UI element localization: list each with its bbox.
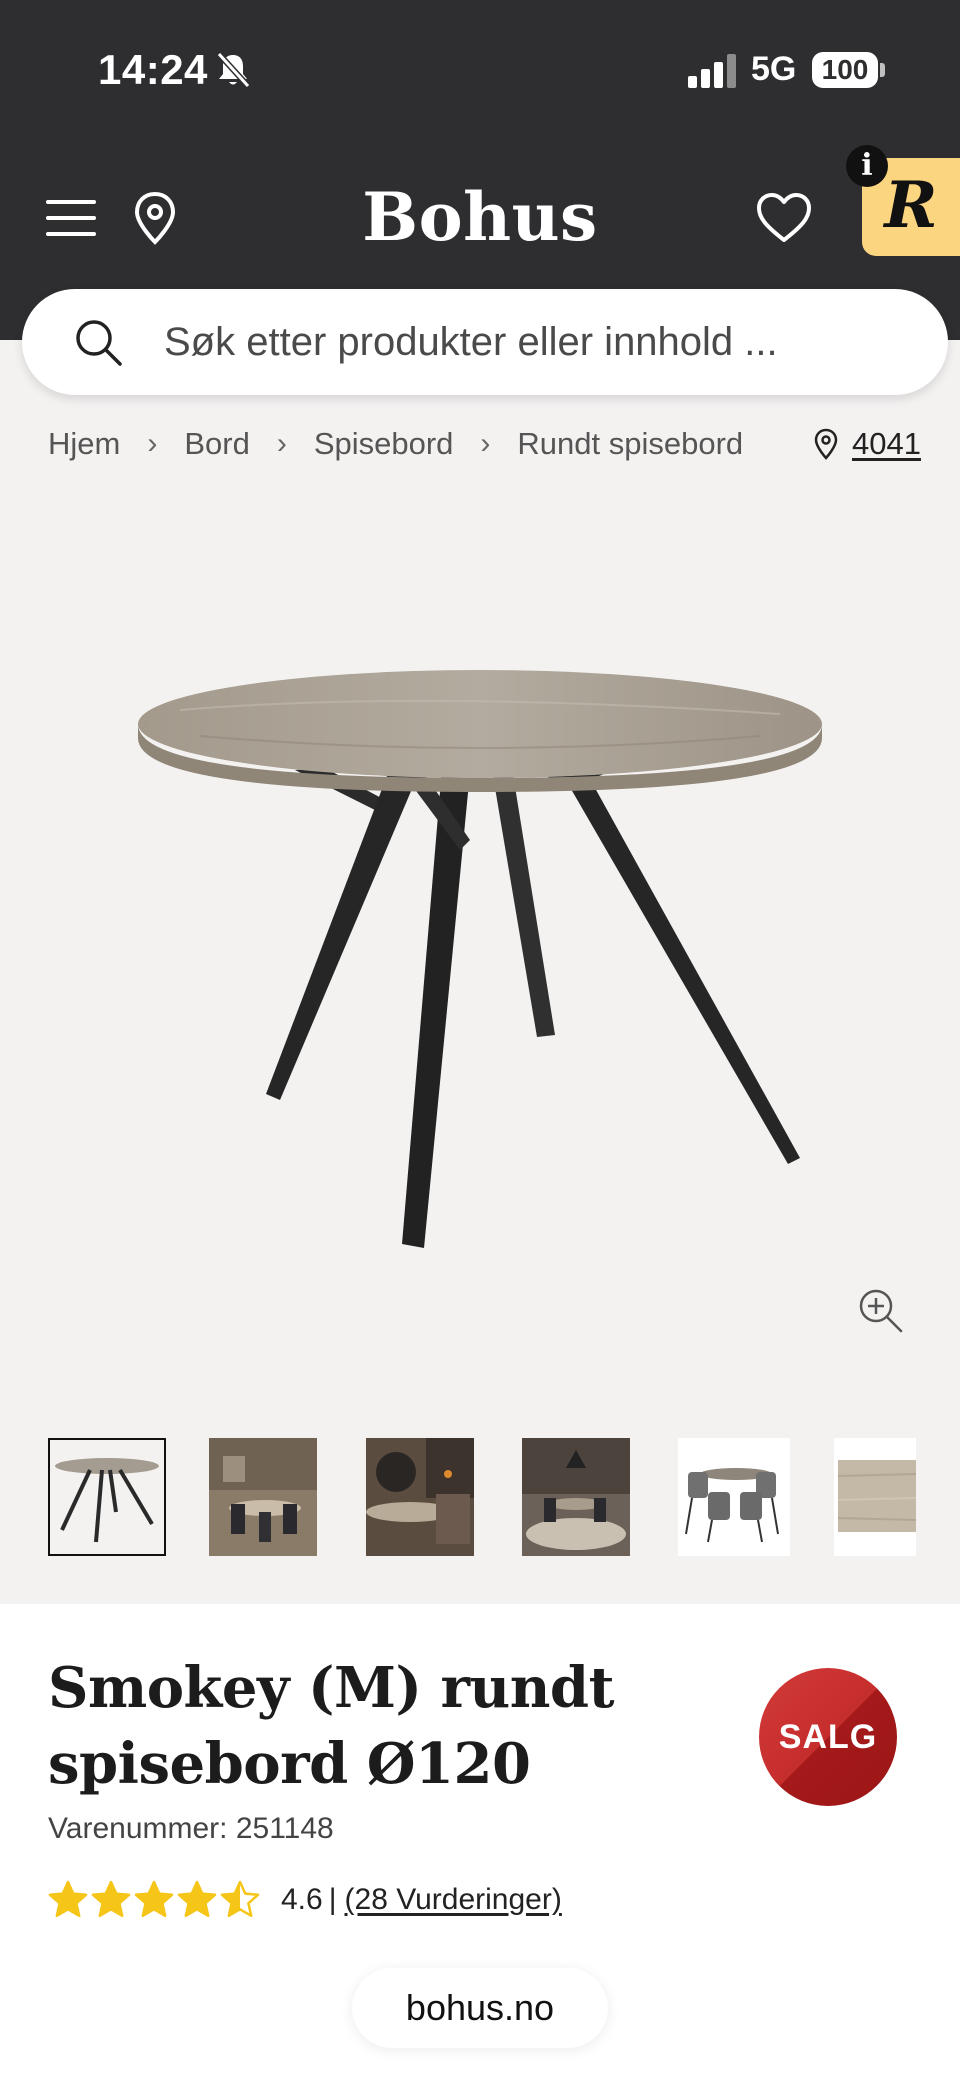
product-title: Smokey (M) rundt spisebord Ø120 bbox=[48, 1655, 614, 1797]
bohus-logo[interactable]: Bohus bbox=[300, 178, 660, 256]
thumbnail[interactable] bbox=[48, 1438, 166, 1556]
heart-icon[interactable] bbox=[756, 192, 812, 244]
star-icon bbox=[177, 1880, 217, 1918]
bell-off-icon bbox=[216, 51, 251, 89]
chevron-right-icon: › bbox=[276, 427, 287, 460]
star-icon bbox=[134, 1880, 174, 1918]
thumbnail[interactable] bbox=[834, 1438, 916, 1556]
breadcrumb-home[interactable]: Hjem bbox=[48, 426, 120, 462]
location-pin-icon[interactable] bbox=[130, 190, 180, 246]
search-bar[interactable] bbox=[22, 289, 948, 395]
rating-value: 4.6 bbox=[281, 1883, 323, 1916]
search-icon[interactable] bbox=[72, 316, 124, 368]
product-sku: Varenummer: 251148 bbox=[48, 1812, 334, 1845]
thumbnail[interactable] bbox=[678, 1438, 790, 1556]
star-icon bbox=[220, 1880, 260, 1918]
product-image[interactable] bbox=[120, 640, 840, 1260]
battery-level: 100 bbox=[812, 52, 878, 88]
thumbnail[interactable] bbox=[522, 1438, 630, 1556]
chevron-right-icon: › bbox=[480, 427, 491, 460]
sale-badge: SALG bbox=[759, 1668, 897, 1806]
network-type: 5G bbox=[751, 50, 797, 88]
product-rating: 4.6 | (28 Vurderinger) bbox=[48, 1878, 562, 1922]
signal-icon bbox=[688, 54, 736, 88]
rating-separator: | bbox=[328, 1883, 337, 1916]
menu-icon[interactable] bbox=[46, 196, 96, 240]
star-icon bbox=[91, 1880, 131, 1918]
breadcrumb: Hjem › Bord › Spisebord › Rundt spisebor… bbox=[48, 424, 743, 464]
breadcrumb-spisebord[interactable]: Spisebord bbox=[314, 426, 454, 462]
status-bar: 14:24 5G 100 bbox=[0, 0, 960, 140]
info-icon[interactable]: i bbox=[846, 145, 888, 187]
thumbnail[interactable] bbox=[209, 1438, 317, 1556]
battery-tip bbox=[880, 63, 885, 77]
browser-url[interactable]: bohus.no bbox=[352, 1968, 608, 2048]
rating-stars bbox=[48, 1880, 263, 1920]
star-icon bbox=[48, 1880, 88, 1918]
thumbnail[interactable] bbox=[366, 1438, 474, 1556]
zoom-in-icon[interactable] bbox=[856, 1286, 904, 1334]
search-input[interactable] bbox=[164, 315, 904, 369]
breadcrumb-rundt-spisebord[interactable]: Rundt spisebord bbox=[517, 426, 743, 462]
reviews-link[interactable]: (28 Vurderinger) bbox=[345, 1883, 562, 1917]
location-pin-icon bbox=[814, 428, 838, 460]
status-time: 14:24 bbox=[98, 46, 208, 93]
breadcrumb-bord[interactable]: Bord bbox=[184, 426, 249, 462]
postcode-link[interactable]: 4041 bbox=[852, 426, 921, 462]
chevron-right-icon: › bbox=[147, 427, 158, 460]
store-location[interactable]: 4041 bbox=[812, 424, 921, 464]
